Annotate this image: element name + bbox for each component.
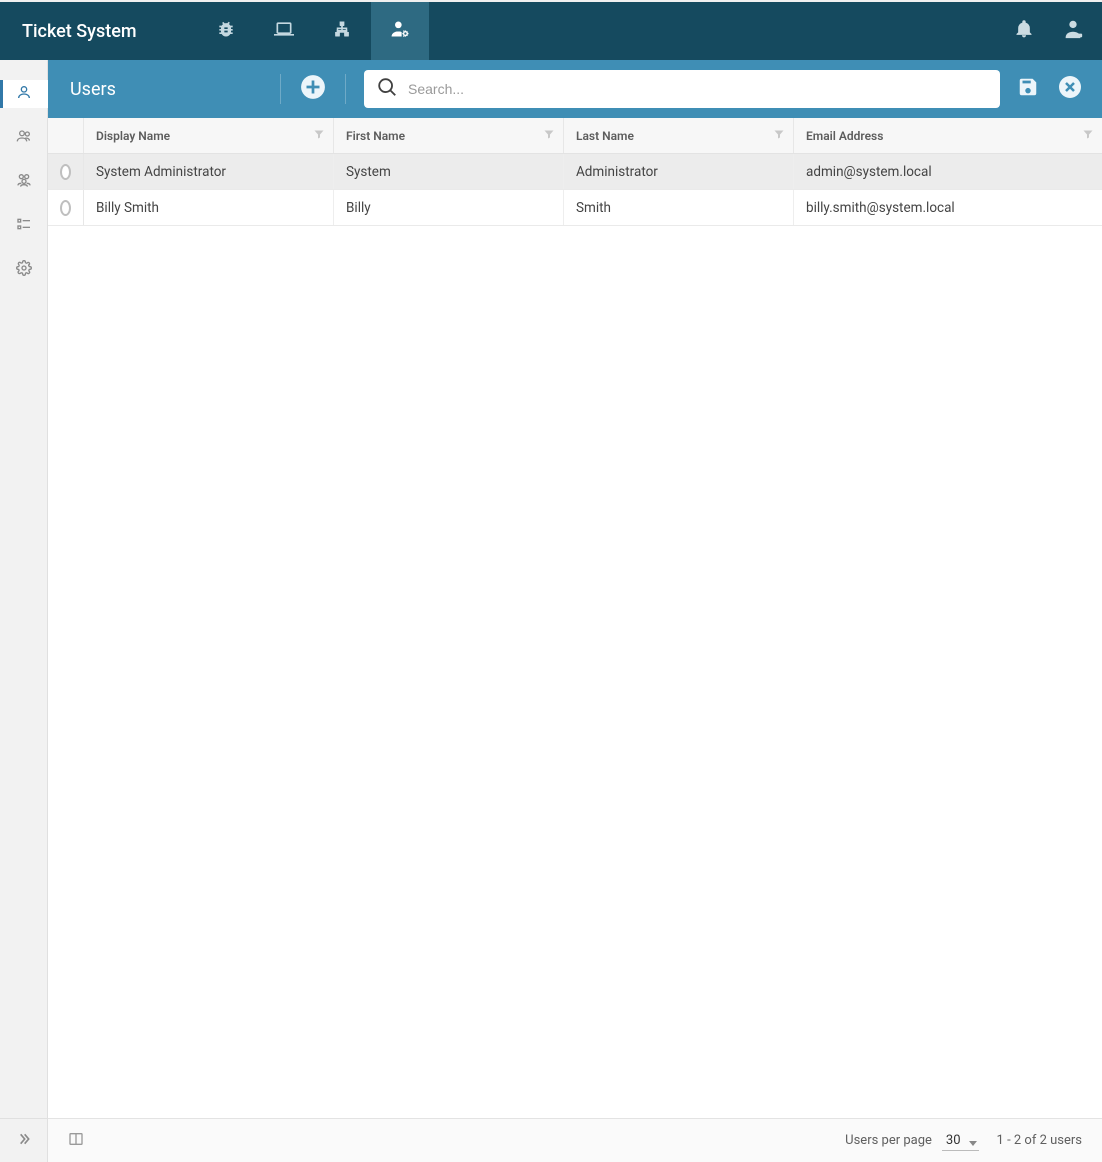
col-last-name[interactable]: Last Name <box>564 118 794 153</box>
table-row[interactable]: Billy Smith Billy Smith billy.smith@syst… <box>48 190 1102 226</box>
checklist-icon <box>16 216 32 236</box>
cell-last: Smith <box>564 190 794 225</box>
perpage-value: 30 <box>942 1131 979 1151</box>
top-navbar: Ticket System <box>0 2 1102 60</box>
account-icon <box>1062 18 1084 44</box>
bug-icon <box>216 19 236 43</box>
notifications-button[interactable] <box>1014 19 1034 43</box>
topnav-laptop[interactable] <box>255 2 313 60</box>
search-icon <box>376 76 398 102</box>
row-select[interactable] <box>48 154 84 189</box>
sidebar-item-group[interactable] <box>0 168 48 196</box>
cell-first: Billy <box>334 190 564 225</box>
col-email[interactable]: Email Address <box>794 118 1102 153</box>
sidebar-expand-button[interactable] <box>0 1118 48 1162</box>
topnav-user-admin[interactable] <box>371 2 429 60</box>
row-select[interactable] <box>48 190 84 225</box>
laptop-icon <box>274 19 294 43</box>
table-header: Display Name First Name Last Name <box>48 118 1102 154</box>
left-sidebar <box>0 60 48 1162</box>
topnav-sitemap[interactable] <box>313 2 371 60</box>
user-icon <box>16 84 32 104</box>
search-input[interactable] <box>408 81 988 97</box>
table-row[interactable]: System Administrator System Administrato… <box>48 154 1102 190</box>
toolbar-divider <box>345 74 346 104</box>
table-footer: Users per page 30 1 - 2 of 2 users <box>48 1118 1102 1162</box>
cell-email: billy.smith@system.local <box>794 190 1102 225</box>
cell-display: System Administrator <box>84 154 334 189</box>
filter-icon[interactable] <box>773 128 785 143</box>
topnav-icons <box>197 2 429 60</box>
sidebar-item-settings[interactable] <box>0 256 48 284</box>
perpage-select[interactable]: 30 <box>942 1133 979 1148</box>
sidebar-item-user[interactable] <box>0 80 48 108</box>
gear-icon <box>16 260 32 280</box>
pagination-range: 1 - 2 of 2 users <box>997 1133 1082 1148</box>
col-select <box>48 118 84 153</box>
expand-icon <box>16 1131 32 1151</box>
page-toolbar: Users <box>48 60 1102 118</box>
col-label: First Name <box>346 129 405 143</box>
cell-last: Administrator <box>564 154 794 189</box>
close-button[interactable] <box>1056 75 1084 103</box>
filter-icon[interactable] <box>543 128 555 143</box>
account-button[interactable] <box>1062 18 1084 44</box>
close-circle-icon <box>1058 75 1082 103</box>
col-label: Email Address <box>806 129 883 143</box>
col-label: Last Name <box>576 129 634 143</box>
topnav-bug[interactable] <box>197 2 255 60</box>
users-icon <box>16 128 32 148</box>
app-root: Ticket System <box>0 0 1102 1162</box>
toolbar-divider <box>280 74 281 104</box>
cell-email: admin@system.local <box>794 154 1102 189</box>
save-button[interactable] <box>1014 75 1042 103</box>
plus-circle-icon <box>300 74 326 104</box>
cell-display: Billy Smith <box>84 190 334 225</box>
col-first-name[interactable]: First Name <box>334 118 564 153</box>
cell-first: System <box>334 154 564 189</box>
perpage-control: Users per page 30 <box>845 1133 978 1148</box>
col-label: Display Name <box>96 129 170 143</box>
search-field[interactable] <box>364 70 1000 108</box>
users-table: Display Name First Name Last Name <box>48 118 1102 1118</box>
radio-icon[interactable] <box>60 164 71 180</box>
page-title: Users <box>70 79 116 100</box>
sidebar-item-users[interactable] <box>0 124 48 152</box>
body: Users <box>0 60 1102 1162</box>
bell-icon <box>1014 19 1034 43</box>
table-body[interactable]: System Administrator System Administrato… <box>48 154 1102 1118</box>
radio-icon[interactable] <box>60 200 71 216</box>
filter-icon[interactable] <box>1082 128 1094 143</box>
main-panel: Users <box>48 60 1102 1162</box>
sitemap-icon <box>333 20 351 42</box>
brand-title: Ticket System <box>22 21 137 42</box>
sidebar-item-checklist[interactable] <box>0 212 48 240</box>
user-gear-icon <box>390 19 410 43</box>
save-icon <box>1017 76 1039 102</box>
filter-icon[interactable] <box>313 128 325 143</box>
group-icon <box>16 172 32 192</box>
columns-icon <box>68 1131 84 1151</box>
add-button[interactable] <box>299 75 327 103</box>
col-display-name[interactable]: Display Name <box>84 118 334 153</box>
perpage-label: Users per page <box>845 1133 932 1148</box>
topnav-right <box>1014 18 1084 44</box>
columns-button[interactable] <box>68 1131 84 1151</box>
